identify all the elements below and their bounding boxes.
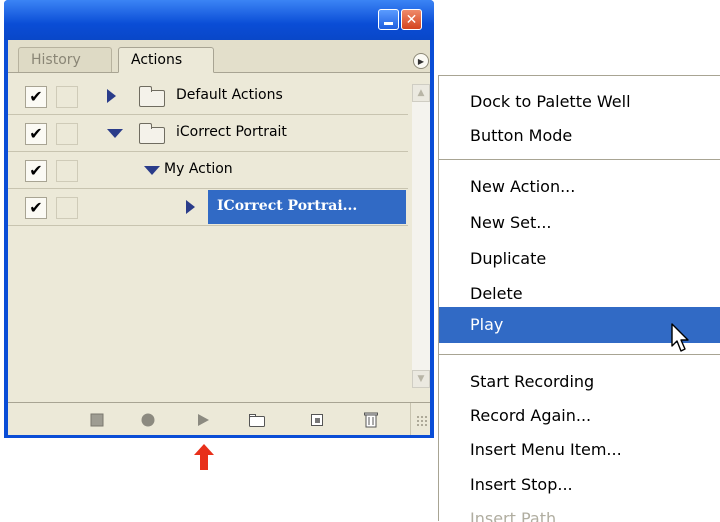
tab-row: History Actions ▶ [8, 40, 430, 73]
tab-actions[interactable]: Actions [118, 47, 214, 73]
toolbar-divider [410, 403, 411, 435]
play-triangle-icon: ▶ [417, 56, 425, 66]
toggle-item-checkbox[interactable]: ✔ [25, 123, 47, 145]
expand-triangle-icon[interactable] [186, 200, 195, 214]
stop-icon[interactable] [88, 411, 106, 429]
collapse-triangle-icon[interactable] [107, 129, 123, 138]
toggle-item-checkbox[interactable]: ✔ [25, 86, 47, 108]
resize-grip-icon[interactable] [416, 415, 428, 427]
palette-context-menu: Dock to Palette Well Button Mode New Act… [438, 75, 720, 522]
minimize-button[interactable] [378, 9, 399, 30]
vertical-scrollbar[interactable]: ▲ ▼ [412, 84, 430, 388]
menu-item-record-again[interactable]: Record Again... [439, 398, 720, 434]
record-icon[interactable] [139, 411, 157, 429]
expand-triangle-icon[interactable] [107, 89, 116, 103]
bottom-toolbar [8, 402, 430, 435]
menu-separator [439, 354, 720, 355]
menu-item-button-mode[interactable]: Button Mode [439, 118, 720, 154]
play-icon[interactable] [194, 411, 212, 429]
collapse-triangle-icon[interactable] [144, 166, 160, 175]
list-item-step[interactable]: ✔ ICorrect Portrai... [8, 189, 408, 226]
menu-item-new-set[interactable]: New Set... [439, 205, 720, 241]
menu-item-insert-menu-item[interactable]: Insert Menu Item... [439, 432, 720, 468]
folder-icon [139, 123, 165, 144]
palette-menu-button[interactable]: ▶ [413, 53, 429, 69]
tab-history[interactable]: History [18, 47, 112, 72]
list-item-label: My Action [164, 161, 233, 177]
list-item-default-actions[interactable]: ✔ Default Actions [8, 78, 408, 115]
toggle-dialog-checkbox[interactable] [56, 160, 78, 182]
toggle-item-checkbox[interactable]: ✔ [25, 160, 47, 182]
palette-title-bar[interactable]: ✕ [4, 0, 434, 40]
toggle-dialog-checkbox[interactable] [56, 197, 78, 219]
menu-item-insert-stop[interactable]: Insert Stop... [439, 467, 720, 503]
menu-item-dock-to-palette-well[interactable]: Dock to Palette Well [439, 84, 720, 120]
list-item-label: ICorrect Portrai... [217, 198, 358, 214]
scroll-up-icon[interactable]: ▲ [412, 84, 430, 102]
toggle-dialog-checkbox[interactable] [56, 123, 78, 145]
folder-icon [139, 86, 165, 107]
close-button[interactable]: ✕ [401, 9, 422, 30]
list-item-my-action[interactable]: ✔ My Action [8, 152, 408, 189]
new-action-icon[interactable] [308, 411, 326, 429]
mouse-cursor-icon [671, 323, 689, 352]
menu-item-insert-path: Insert Path [470, 509, 557, 522]
toggle-item-checkbox[interactable]: ✔ [25, 197, 47, 219]
actions-palette-window: ✕ History Actions ▶ ✔ Default Actions ✔ … [4, 0, 434, 438]
menu-item-new-action[interactable]: New Action... [439, 169, 720, 205]
menu-separator [439, 159, 720, 160]
menu-item-duplicate[interactable]: Duplicate [439, 241, 720, 277]
new-set-icon[interactable] [248, 411, 266, 429]
trash-icon[interactable] [362, 411, 380, 429]
scroll-down-icon[interactable]: ▼ [412, 370, 430, 388]
list-item-label: iCorrect Portrait [176, 124, 287, 140]
menu-item-start-recording[interactable]: Start Recording [439, 364, 720, 400]
actions-panel: History Actions ▶ ✔ Default Actions ✔ iC… [8, 40, 430, 435]
list-item-icorrect-portrait[interactable]: ✔ iCorrect Portrait [8, 115, 408, 152]
red-arrow-icon [194, 444, 214, 470]
list-item-label: Default Actions [176, 87, 283, 103]
toggle-dialog-checkbox[interactable] [56, 86, 78, 108]
